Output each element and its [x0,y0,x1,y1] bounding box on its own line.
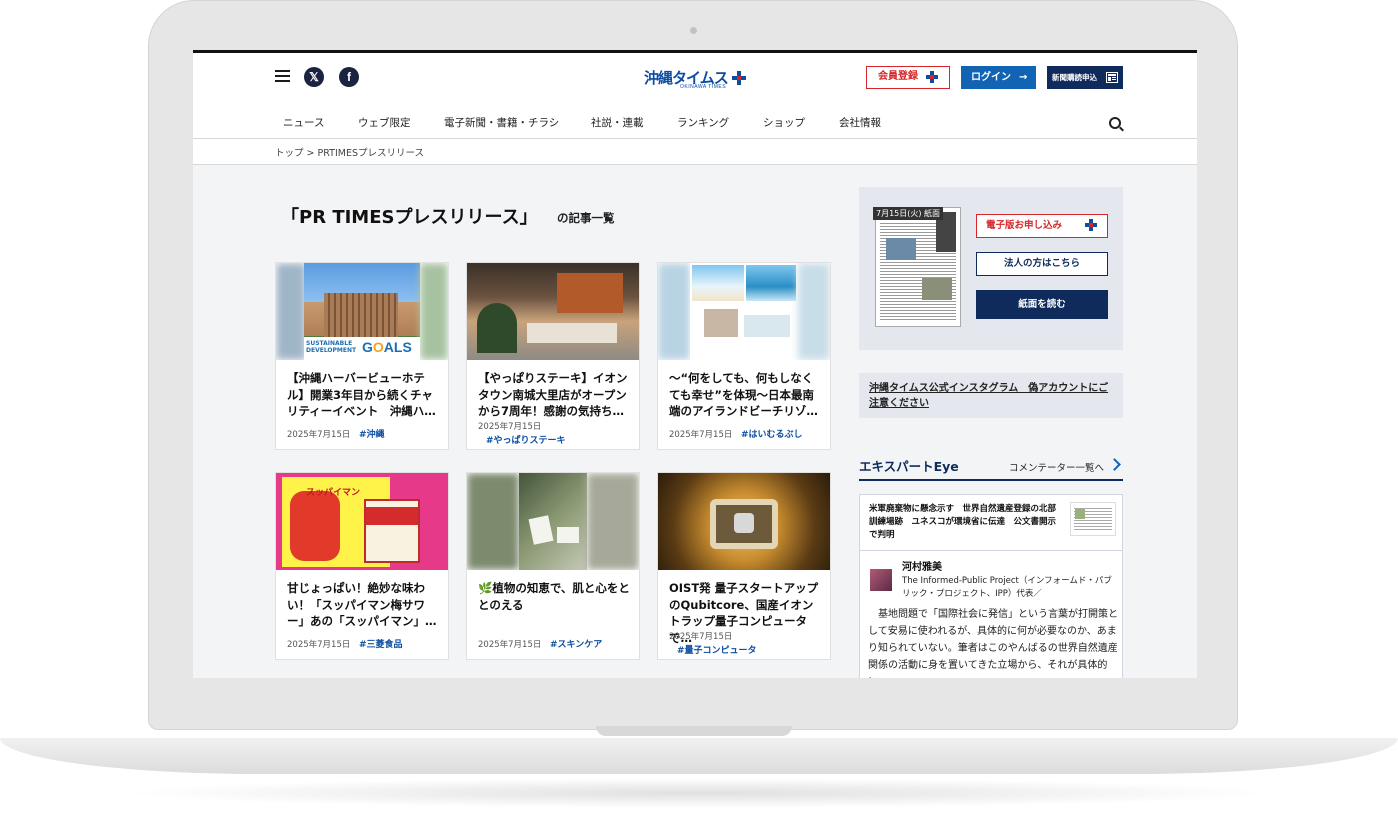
article-card[interactable]: 🌿植物の知恵で、肌と心をととのえる 2025年7月15日 #スキンケア [466,472,640,660]
article-thumbnail [658,263,830,360]
newspaper-icon [1106,72,1118,83]
breadcrumb-bar: トップ > PRTIMESプレスリリース [193,138,1197,165]
commentator-list-link[interactable]: コメンテーター一覧へ [1009,460,1104,474]
article-card[interactable]: SUSTAINABLE DEVELOPMENT GOALS 【沖縄ハーバービューホ… [275,262,449,450]
site-header: 𝕏 f 沖縄タイムス OKINAWA TIMES 会員登録 ログイン → 新聞購… [193,53,1197,141]
article-title[interactable]: 甘じょっぱい！絶妙な味わい！「スッパイマン梅サワー」あの「スッパイマン」… [287,580,439,630]
member-register-button[interactable]: 会員登録 [866,66,950,89]
avatar [870,569,892,591]
corporate-button[interactable]: 法人の方はこちら [976,252,1108,276]
article-card[interactable]: 〜“何をしても、何もしなくても幸せ”を体現〜日本最南端のアイランドビーチリゾ… … [657,262,831,450]
breadcrumb[interactable]: トップ > PRTIMESプレスリリース [275,145,424,159]
article-thumbnail [467,263,639,360]
article-tag[interactable]: #スキンケア [550,637,602,650]
nav-item-shop[interactable]: ショップ [763,115,805,130]
nav-item-company[interactable]: 会社情報 [839,115,881,130]
article-thumbnail: SUSTAINABLE DEVELOPMENT GOALS [276,263,448,360]
x-icon[interactable]: 𝕏 [304,67,324,87]
article-tag[interactable]: #三菱食品 [359,637,403,650]
laptop-shadow [120,778,1278,808]
browser-screen: 𝕏 f 沖縄タイムス OKINAWA TIMES 会員登録 ログイン → 新聞購… [193,50,1197,678]
article-title[interactable]: 【やっぱりステーキ】イオンタウン南城大里店がオープンから7周年！感謝の気持ち… [478,370,630,420]
expert-article-card[interactable]: 米軍廃棄物に懸念示す 世界自然遺産登録の北部訓練場跡 ユネスコが環境省に伝達 公… [859,494,1123,551]
expert-eye-title: エキスパートEye [859,459,959,474]
nav-item-ranking[interactable]: ランキング [677,115,729,130]
nav-item-web-only[interactable]: ウェブ限定 [358,115,411,130]
camera-dot [690,27,697,34]
search-icon[interactable] [1109,117,1121,129]
instagram-notice-link[interactable]: 沖縄タイムス公式インスタグラム 偽アカウントにご注意ください [859,373,1123,418]
article-card[interactable]: OIST発 量子スタートアップのQubitcore、国産イオントラップ量子コンピ… [657,472,831,660]
laptop-base [0,738,1398,774]
page-title-suffix: の記事一覧 [557,211,615,225]
paper-date: 7月15日(火) 紙面 [873,207,944,220]
article-thumbnail [658,473,830,570]
article-thumbnail: スッパイマン [276,473,448,570]
expert-affiliation: The Informed-Public Project（インフォームド・パブリッ… [902,576,1112,599]
plus-mark-icon [732,70,746,85]
article-tag[interactable]: #やっぱりステーキ [486,433,566,446]
article-date: 2025年7月15日 [478,640,542,650]
article-card[interactable]: スッパイマン 甘じょっぱい！絶妙な味わい！「スッパイマン梅サワー」あの「スッパイ… [275,472,449,660]
login-arrow-icon: → [1019,72,1028,83]
article-thumbnail [467,473,639,570]
subscribe-label: 新聞購読申込 [1052,73,1097,82]
page-title: 「PR TIMESプレスリリース」 [281,207,538,228]
plus-mark-icon [1085,219,1097,231]
member-register-label: 会員登録 [878,71,918,82]
subscribe-button[interactable]: 新聞購読申込 [1047,66,1123,89]
laptop-hinge [596,726,792,736]
article-date: 2025年7月15日 [669,632,733,642]
article-title[interactable]: 〜“何をしても、何もしなくても幸せ”を体現〜日本最南端のアイランドビーチリゾ… [669,370,821,420]
thumb-text: スッパイマン [306,488,361,498]
article-title[interactable]: 【沖縄ハーバービューホテル】開業3年目から続くチャリティーイベント 沖縄ハ… [287,370,439,420]
article-date: 2025年7月15日 [287,640,351,650]
nav-item-news[interactable]: ニュース [283,115,324,130]
expert-article-title[interactable]: 米軍廃棄物に懸念示す 世界自然遺産登録の北部訓練場跡 ユネスコが環境省に伝達 公… [869,503,1064,542]
plus-mark-icon [926,71,938,83]
read-paper-button[interactable]: 紙面を読む [976,290,1108,319]
article-tag[interactable]: #量子コンピュータ [677,643,757,656]
digital-subscribe-button[interactable]: 電子版お申し込み [976,214,1108,238]
login-label: ログイン [971,72,1011,83]
site-logo[interactable]: 沖縄タイムス OKINAWA TIMES [644,67,754,90]
expert-article-thumbnail [1070,502,1116,536]
article-card[interactable]: 【やっぱりステーキ】イオンタウン南城大里店がオープンから7周年！感謝の気持ち… … [466,262,640,450]
nav-item-editorial[interactable]: 社説・連載 [591,115,644,130]
article-tag[interactable]: #はいむるぶし [741,427,803,440]
chevron-right-icon[interactable] [1108,458,1121,471]
newspaper-thumbnail[interactable] [875,207,961,327]
logo-subtext: OKINAWA TIMES [680,84,727,90]
expert-comment-text: 基地問題で「国際社会に発信」という言葉が打開策として安易に使われるが、具体的に何… [868,609,1118,678]
nav-item-digital[interactable]: 電子新聞・書籍・チラシ [444,115,559,130]
menu-icon[interactable] [275,70,290,82]
main-nav: ニュース ウェブ限定 電子新聞・書籍・チラシ 社説・連載 ランキング ショップ … [193,109,1197,141]
login-button[interactable]: ログイン → [961,66,1036,89]
article-tag[interactable]: #沖縄 [359,427,385,440]
main-content: 「PR TIMESプレスリリース」 の記事一覧 SUSTAINABLE DEVEL… [193,165,1197,678]
expert-eye-header: エキスパートEye コメンテーター一覧へ [859,453,1123,481]
facebook-icon[interactable]: f [339,67,359,87]
article-date: 2025年7月15日 [287,430,351,440]
digital-subscribe-label: 電子版お申し込み [986,220,1063,231]
article-date: 2025年7月15日 [669,430,733,440]
expert-comment: 河村雅美 The Informed-Public Project（インフォームド… [859,551,1123,678]
newspaper-box: 7月15日(火) 紙面 電子版お申し込み 法人の方はこちら 紙面を読む [859,187,1123,350]
article-date: 2025年7月15日 [478,422,542,432]
article-title[interactable]: 🌿植物の知恵で、肌と心をととのえる [478,580,630,613]
expert-name[interactable]: 河村雅美 [902,558,942,573]
